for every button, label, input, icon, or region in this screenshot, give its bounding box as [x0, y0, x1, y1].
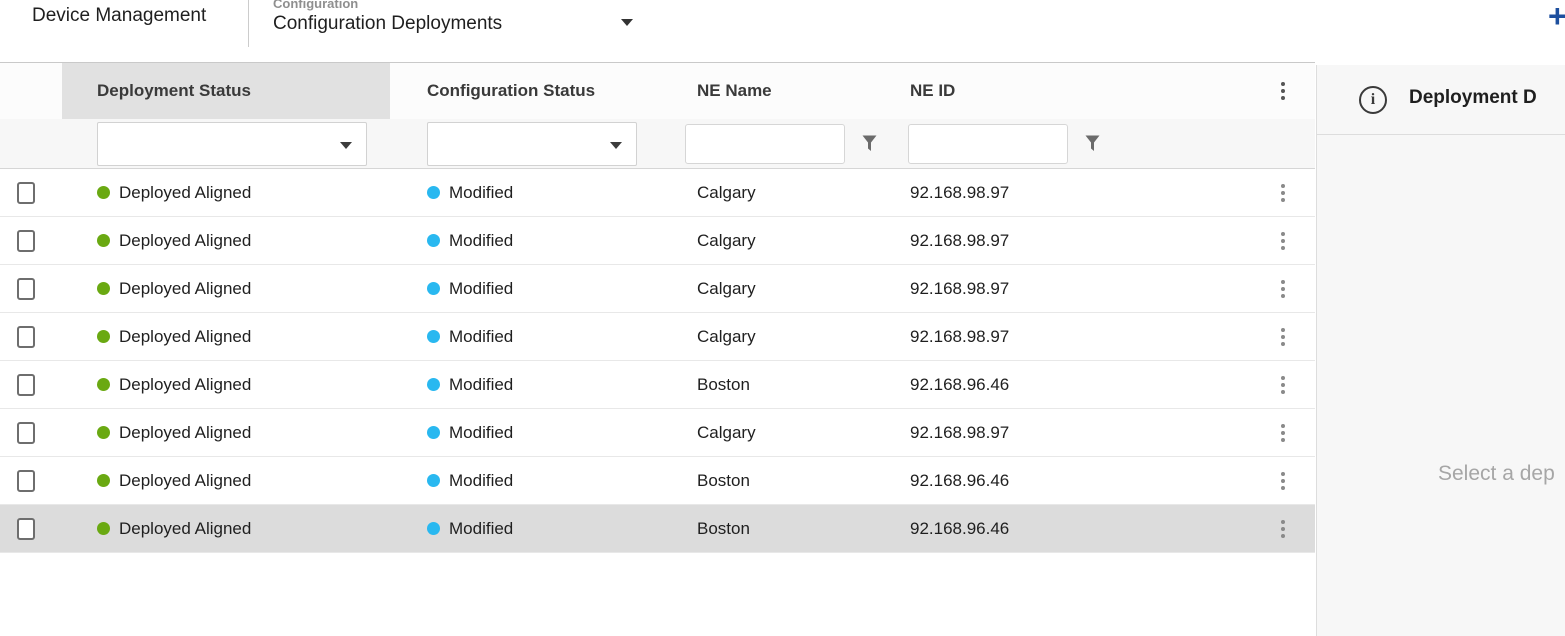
deployed-aligned-status-icon — [97, 282, 110, 295]
table-row[interactable]: Deployed Aligned Modified Calgary 92.168… — [0, 265, 1315, 313]
table-row-selected[interactable]: Deployed Aligned Modified Boston 92.168.… — [0, 505, 1315, 553]
table-filter-row — [0, 119, 1315, 169]
row-checkbox[interactable] — [17, 374, 35, 396]
modified-status-icon — [427, 234, 440, 247]
chevron-down-icon[interactable] — [621, 19, 633, 26]
deployed-aligned-status-icon — [97, 522, 110, 535]
table-row[interactable]: Deployed Aligned Modified Calgary 92.168… — [0, 169, 1315, 217]
row-checkbox[interactable] — [17, 422, 35, 444]
panel-title: Deployment D — [1409, 87, 1537, 109]
table-header-row: Deployment Status Configuration Status N… — [0, 63, 1315, 119]
row-actions-kebab-icon[interactable] — [1275, 276, 1291, 302]
row-actions-kebab-icon[interactable] — [1275, 180, 1291, 206]
row-checkbox[interactable] — [17, 230, 35, 252]
page-title: Device Management — [32, 5, 206, 27]
deployed-aligned-status-icon — [97, 330, 110, 343]
deployment-details-panel: i Deployment D Select a dep — [1316, 65, 1565, 636]
chevron-down-icon — [340, 142, 352, 149]
ne-name-value: Boston — [697, 519, 750, 539]
deployment-status-filter-select[interactable] — [97, 122, 367, 166]
ne-id-value: 92.168.98.97 — [910, 423, 1009, 443]
ne-name-value: Calgary — [697, 231, 756, 251]
deployed-aligned-status-icon — [97, 186, 110, 199]
context-selector[interactable]: Configuration Deployments — [273, 13, 502, 35]
ne-id-filter-input[interactable] — [908, 124, 1068, 164]
row-actions-kebab-icon[interactable] — [1275, 324, 1291, 350]
header-select-cell — [0, 63, 62, 119]
modified-status-icon — [427, 522, 440, 535]
row-actions-kebab-icon[interactable] — [1275, 372, 1291, 398]
table-row[interactable]: Deployed Aligned Modified Calgary 92.168… — [0, 313, 1315, 361]
panel-empty-message: Select a dep — [1438, 462, 1555, 486]
deployed-aligned-status-icon — [97, 234, 110, 247]
configuration-status-filter-select[interactable] — [427, 122, 637, 166]
column-header-ne-id[interactable]: NE ID — [885, 63, 1165, 119]
ne-id-value: 92.168.96.46 — [910, 519, 1009, 539]
ne-name-value: Calgary — [697, 327, 756, 347]
row-checkbox[interactable] — [17, 182, 35, 204]
modified-status-icon — [427, 330, 440, 343]
table-row[interactable]: Deployed Aligned Modified Boston 92.168.… — [0, 361, 1315, 409]
row-actions-kebab-icon[interactable] — [1275, 468, 1291, 494]
modified-status-icon — [427, 474, 440, 487]
row-actions-kebab-icon[interactable] — [1275, 228, 1291, 254]
table-row[interactable]: Deployed Aligned Modified Calgary 92.168… — [0, 217, 1315, 265]
column-header-deployment-status[interactable]: Deployment Status — [62, 63, 390, 119]
ne-id-value: 92.168.98.97 — [910, 231, 1009, 251]
row-checkbox[interactable] — [17, 470, 35, 492]
table-row[interactable]: Deployed Aligned Modified Calgary 92.168… — [0, 409, 1315, 457]
filter-funnel-icon[interactable] — [1085, 135, 1100, 152]
ne-id-value: 92.168.98.97 — [910, 327, 1009, 347]
deployed-aligned-status-icon — [97, 378, 110, 391]
row-checkbox[interactable] — [17, 278, 35, 300]
ne-id-value: 92.168.96.46 — [910, 375, 1009, 395]
ne-name-value: Boston — [697, 375, 750, 395]
row-checkbox[interactable] — [17, 326, 35, 348]
ne-name-value: Calgary — [697, 183, 756, 203]
modified-status-icon — [427, 186, 440, 199]
ne-name-value: Calgary — [697, 279, 756, 299]
modified-status-icon — [427, 378, 440, 391]
row-actions-kebab-icon[interactable] — [1275, 420, 1291, 446]
ne-id-value: 92.168.98.97 — [910, 183, 1009, 203]
deployed-aligned-status-icon — [97, 474, 110, 487]
ne-name-value: Calgary — [697, 423, 756, 443]
add-deployment-button[interactable]: + — [1548, 0, 1565, 34]
ne-id-value: 92.168.96.46 — [910, 471, 1009, 491]
row-actions-kebab-icon[interactable] — [1275, 516, 1291, 542]
context-selector-label: Configuration — [273, 0, 358, 11]
modified-status-icon — [427, 426, 440, 439]
table-row[interactable]: Deployed Aligned Modified Boston 92.168.… — [0, 457, 1315, 505]
chevron-down-icon — [610, 142, 622, 149]
deployed-aligned-status-icon — [97, 426, 110, 439]
row-checkbox[interactable] — [17, 518, 35, 540]
panel-header: i Deployment D — [1317, 65, 1565, 135]
info-icon: i — [1359, 86, 1387, 114]
ne-id-value: 92.168.98.97 — [910, 279, 1009, 299]
filter-funnel-icon[interactable] — [862, 135, 877, 152]
divider — [248, 0, 249, 47]
table-settings-kebab-icon[interactable] — [1275, 78, 1291, 104]
ne-name-value: Boston — [697, 471, 750, 491]
ne-name-filter-input[interactable] — [685, 124, 845, 164]
top-bar: Device Management Configuration Configur… — [0, 0, 1565, 62]
column-header-ne-name[interactable]: NE Name — [660, 63, 885, 119]
modified-status-icon — [427, 282, 440, 295]
column-header-configuration-status[interactable]: Configuration Status — [390, 63, 660, 119]
deployments-table: Deployment Status Configuration Status N… — [0, 62, 1315, 553]
